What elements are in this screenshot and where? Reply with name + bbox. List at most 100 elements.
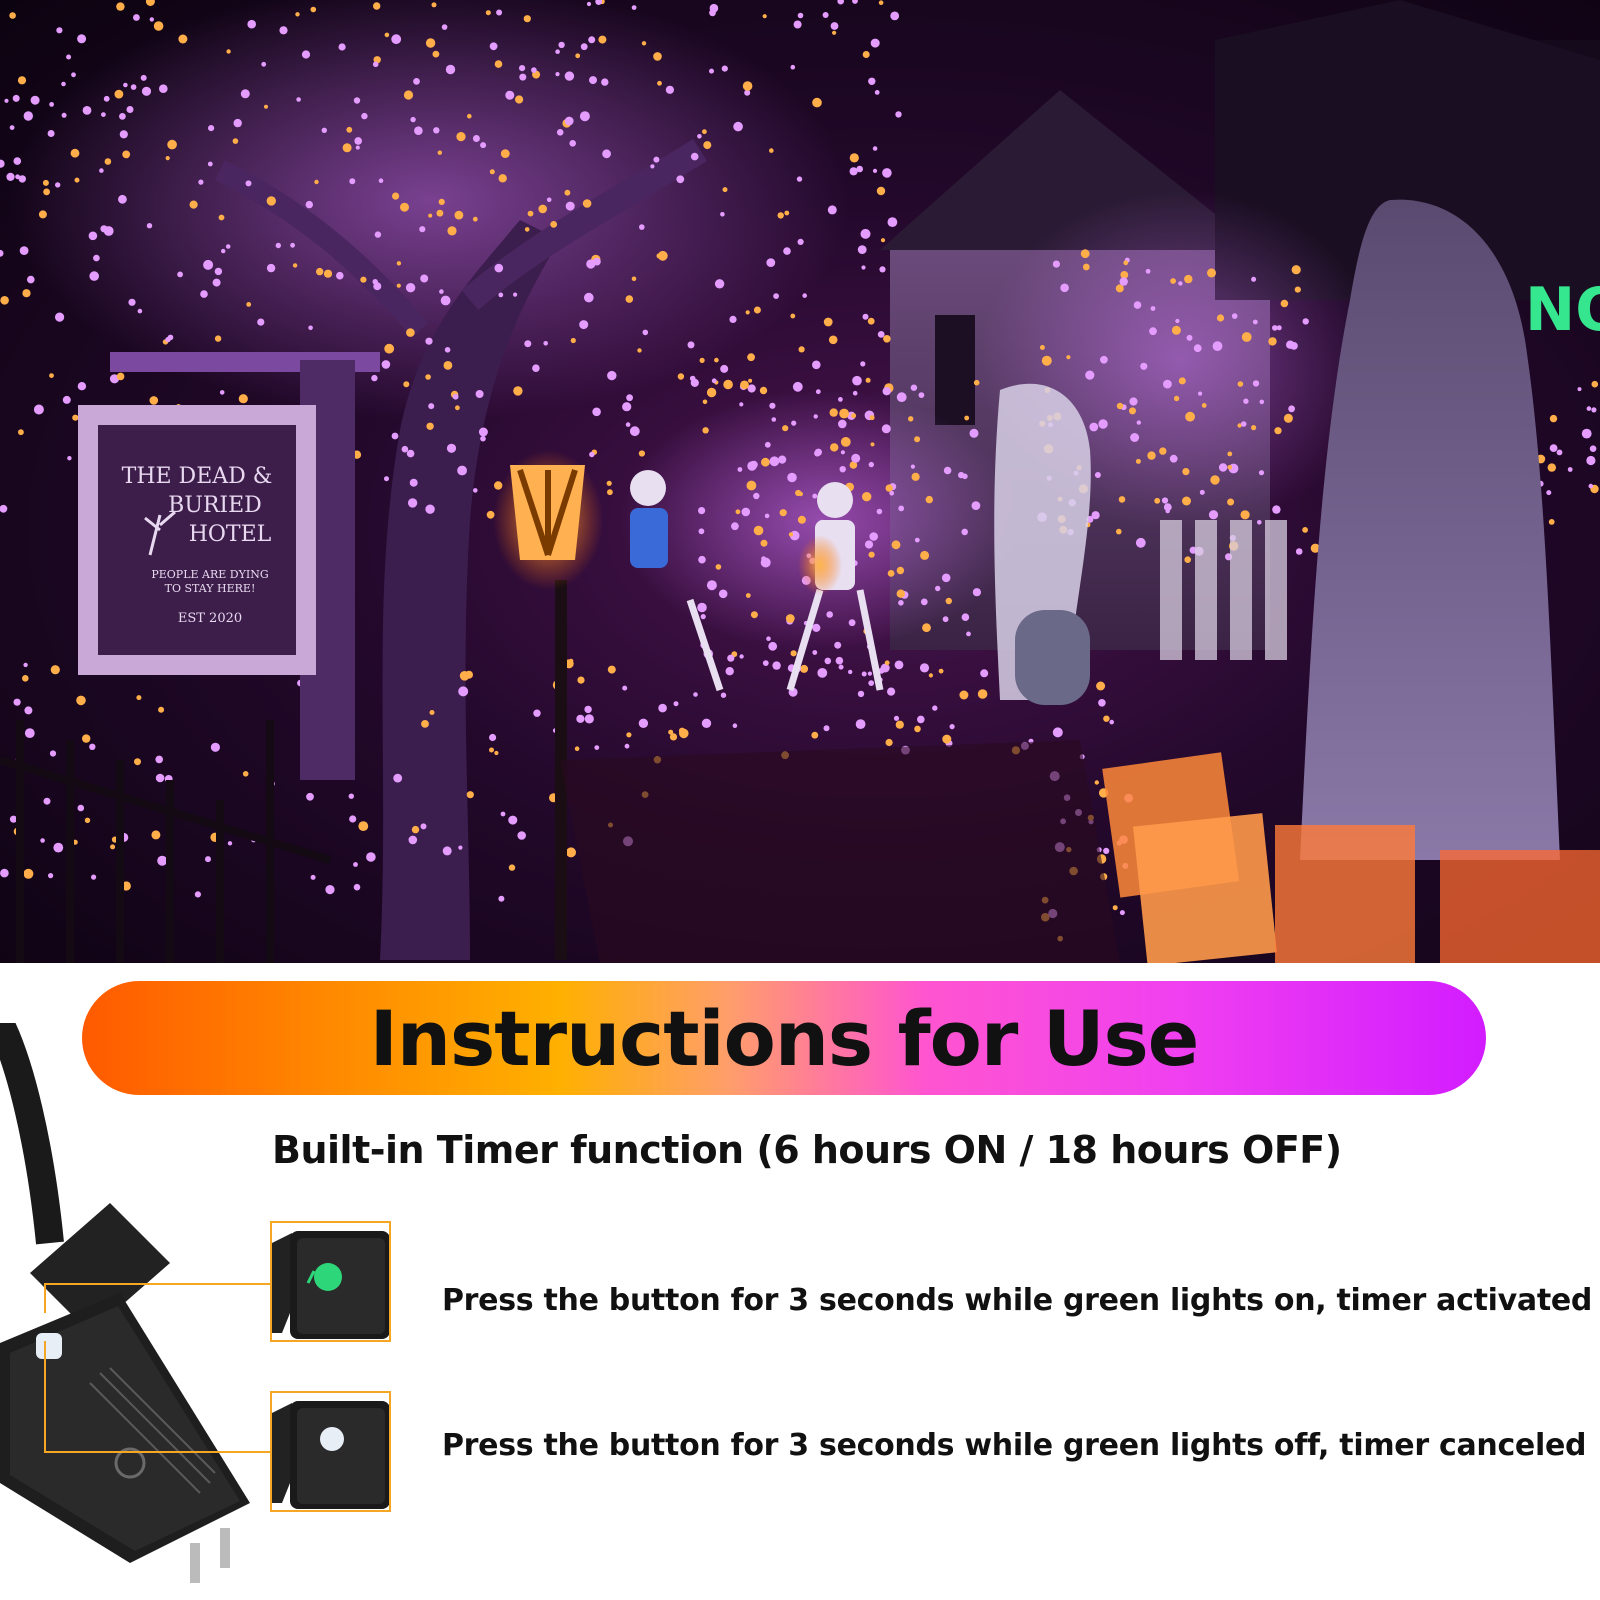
light-bulb — [266, 196, 276, 206]
light-bulb — [1294, 286, 1301, 293]
light-bulb — [622, 685, 628, 691]
light-bulb — [467, 113, 472, 119]
light-bulb — [798, 346, 805, 353]
light-bulb — [1268, 337, 1277, 346]
light-bulb — [245, 180, 252, 187]
light-bulb — [895, 720, 904, 729]
sign-line3: HOTEL — [189, 522, 272, 547]
light-bulb — [353, 862, 358, 867]
light-bulb — [66, 54, 72, 60]
light-bulb — [126, 106, 134, 113]
light-bulb — [428, 213, 433, 218]
light-bulb — [790, 650, 797, 657]
light-bulb — [857, 690, 865, 698]
light-bulb — [1052, 260, 1060, 268]
light-bulb — [778, 455, 787, 464]
light-bulb — [538, 204, 547, 214]
light-bulb — [750, 611, 758, 619]
light-bulb — [89, 271, 99, 281]
light-bulb — [908, 416, 914, 422]
light-bulb — [896, 589, 905, 598]
light-bulb — [420, 274, 429, 283]
light-bulb — [455, 405, 460, 411]
light-bulb — [1089, 422, 1099, 432]
light-bulb — [626, 732, 632, 738]
light-bulb — [766, 636, 771, 641]
light-bulb — [77, 34, 87, 44]
light-bulb — [942, 734, 952, 744]
light-bulb — [496, 9, 503, 16]
light-bulb — [697, 134, 702, 139]
light-bulb — [1276, 325, 1282, 331]
light-bulb — [880, 238, 886, 243]
light-bulb — [242, 771, 249, 777]
step-timer-activated: Press the button for 3 seconds while gre… — [442, 1283, 1593, 1318]
light-bulb — [1591, 407, 1597, 413]
light-bulb — [225, 244, 231, 249]
light-bulb — [246, 302, 252, 307]
light-bulb — [894, 660, 904, 670]
light-bulb — [425, 374, 431, 380]
light-bulb — [740, 380, 749, 390]
light-bulb — [766, 258, 776, 267]
light-bulb — [840, 450, 846, 455]
light-bulb — [119, 130, 128, 139]
light-bulb — [698, 528, 705, 535]
light-bulb — [0, 249, 4, 257]
light-bulb — [626, 394, 633, 402]
light-bulb — [637, 348, 642, 353]
light-bulb — [1149, 327, 1157, 336]
light-bulb — [703, 141, 712, 150]
light-bulb — [1184, 274, 1193, 284]
light-bulb — [43, 797, 51, 805]
light-bulb — [961, 528, 968, 536]
light-bulb — [22, 675, 29, 682]
light-bulb — [588, 36, 596, 44]
light-bulb — [741, 507, 751, 517]
button-closeup-icon — [272, 1223, 389, 1340]
light-bulb — [876, 186, 886, 196]
light-bulb — [702, 399, 708, 405]
light-bulb — [838, 664, 844, 670]
tombstone — [1015, 610, 1090, 705]
light-bulb — [61, 81, 66, 87]
light-bulb — [407, 498, 418, 508]
light-bulb — [657, 80, 662, 86]
light-bulb — [869, 415, 875, 421]
light-bulb — [264, 104, 268, 109]
light-bulb — [676, 175, 685, 184]
light-bulb — [802, 293, 807, 298]
light-bulb — [33, 404, 44, 415]
light-bulb — [134, 758, 141, 766]
light-bulb — [153, 21, 164, 31]
light-bulb — [851, 413, 857, 419]
light-bulb — [564, 71, 575, 81]
light-bulb — [1147, 451, 1156, 460]
light-bulb — [505, 90, 515, 100]
light-bulb — [419, 226, 426, 233]
light-bulb — [361, 112, 368, 120]
light-bulb — [857, 245, 867, 255]
light-bulb — [872, 168, 878, 173]
light-bulb — [53, 842, 64, 853]
light-bulb — [658, 703, 667, 713]
light-bulb — [624, 743, 630, 749]
light-bulb — [569, 140, 576, 147]
light-bulb — [472, 135, 480, 142]
light-bulb — [9, 125, 15, 130]
light-bulb — [465, 670, 473, 679]
adapter-button-icon — [36, 1333, 62, 1359]
light-bulb — [1091, 511, 1100, 520]
light-bulb — [308, 325, 313, 331]
light-bulb — [1140, 362, 1148, 370]
sign-tagline2: TO STAY HERE! — [165, 582, 256, 595]
light-bulb — [1577, 387, 1582, 392]
light-bulb — [208, 125, 215, 132]
light-bulb — [887, 217, 898, 228]
light-bulb — [812, 360, 821, 370]
light-bulb — [432, 50, 440, 58]
light-bulb — [932, 705, 938, 711]
light-bulb — [698, 507, 706, 515]
light-bulb — [935, 585, 941, 592]
light-bulb — [797, 515, 806, 524]
